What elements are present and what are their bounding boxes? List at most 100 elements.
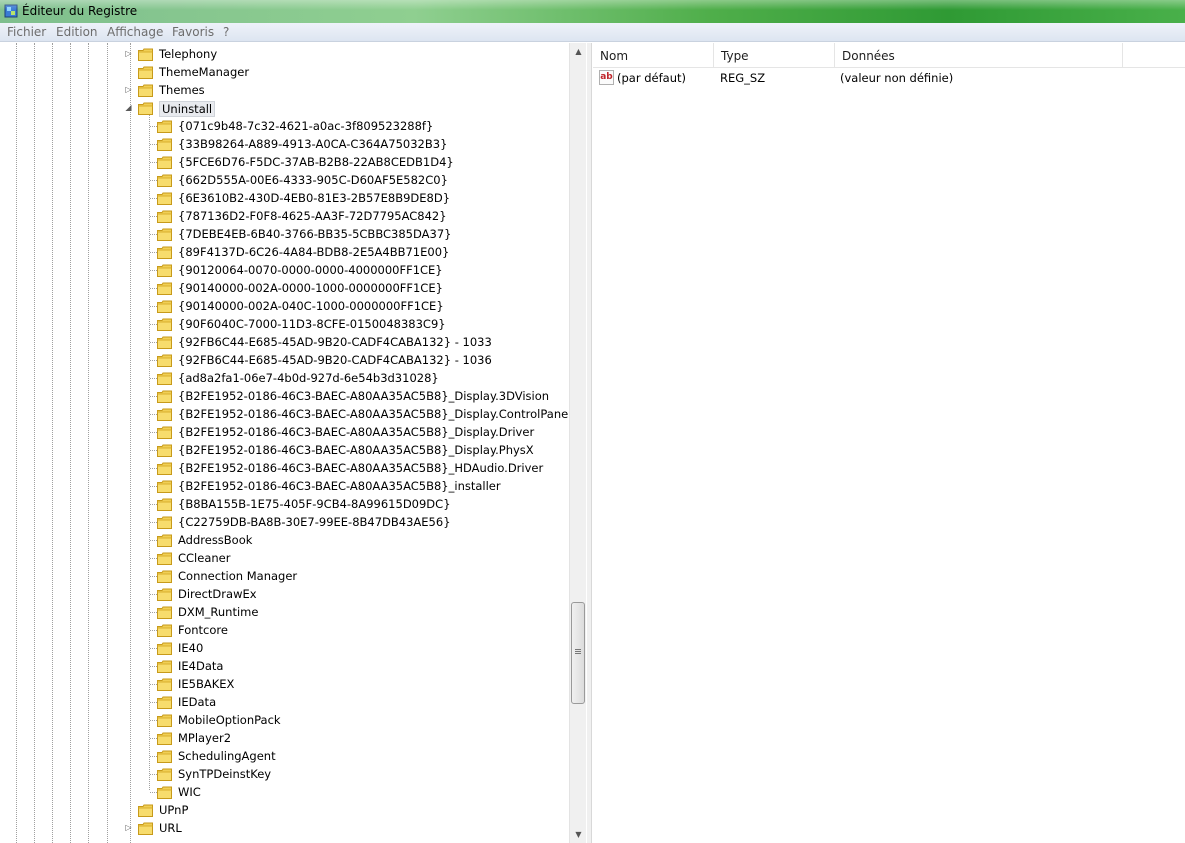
expand-toggle-icon[interactable]: ▷ [124,49,133,58]
folder-icon [157,156,172,169]
tree-item-uninstall-child[interactable]: Fontcore [0,621,565,639]
scroll-up-arrow-icon[interactable]: ▲ [570,43,587,60]
tree-item-label: IE4Data [178,659,224,673]
tree-item-uninstall-child[interactable]: {787136D2-F0F8-4625-AA3F-72D7795AC842} [0,207,565,225]
tree-item-uninstall-child[interactable]: {B8BA155B-1E75-405F-9CB4-8A99615D09DC} [0,495,565,513]
tree-item-uninstall-child[interactable]: IE40 [0,639,565,657]
tree-item-label: SchedulingAgent [178,749,276,763]
tree-item-uninstall-child[interactable]: {7DEBE4EB-6B40-3766-BB35-5CBBC385DA37} [0,225,565,243]
folder-icon [157,714,172,727]
tree-item-uninstall-child[interactable]: {92FB6C44-E685-45AD-9B20-CADF4CABA132} -… [0,351,565,369]
tree-item-themes[interactable]: ▷ Themes [0,81,565,99]
menu-edition[interactable]: Edition [56,25,98,39]
folder-icon [157,732,172,745]
folder-icon [157,534,172,547]
tree-item-upnp[interactable]: UPnP [0,801,565,819]
folder-icon [157,498,172,511]
tree-item-uninstall-child[interactable]: {B2FE1952-0186-46C3-BAEC-A80AA35AC5B8}_D… [0,441,565,459]
tree-item-label: {C22759DB-BA8B-30E7-99EE-8B47DB43AE56} [178,515,451,529]
tree-item-uninstall-child[interactable]: {B2FE1952-0186-46C3-BAEC-A80AA35AC5B8}_D… [0,405,571,423]
registry-editor-icon [4,4,18,18]
key-tree[interactable]: ▷ Telephony ThemeManager ▷ Themes ◢ Uninstall … [0,43,587,843]
tree-item-label: Fontcore [178,623,228,637]
tree-item-uninstall-child[interactable]: {071c9b48-7c32-4621-a0ac-3f809523288f} [0,117,565,135]
menu-fichier[interactable]: Fichier [7,25,46,39]
column-header-type[interactable]: Type [714,43,835,68]
tree-item-uninstall[interactable]: ◢ Uninstall [0,99,565,117]
tree-item-uninstall-child[interactable]: IE5BAKEX [0,675,565,693]
tree-item-label: {33B98264-A889-4913-A0CA-C364A75032B3} [178,137,448,151]
tree-item-uninstall-child[interactable]: DXM_Runtime [0,603,565,621]
tree-item-uninstall-child[interactable]: {90F6040C-7000-11D3-8CFE-0150048383C9} [0,315,565,333]
folder-icon [157,138,172,151]
expand-toggle-icon[interactable]: ▷ [124,823,133,832]
tree-item-label: SynTPDeinstKey [178,767,272,781]
tree-item-uninstall-child[interactable]: {6E3610B2-430D-4EB0-81E3-2B57E8B9DE8D} [0,189,565,207]
tree-item-uninstall-child[interactable]: DirectDrawEx [0,585,565,603]
tree-item-uninstall-child[interactable]: {B2FE1952-0186-46C3-BAEC-A80AA35AC5B8}_H… [0,459,565,477]
folder-icon [138,822,153,835]
values-list[interactable]: Nom Type Données ab (par défaut) REG_SZ … [593,43,1185,843]
list-header: Nom Type Données [593,43,1185,68]
tree-item-label: WIC [178,785,201,799]
folder-icon [157,570,172,583]
tree-item-label: DirectDrawEx [178,587,257,601]
tree-item-label: {90120064-0070-0000-0000-4000000FF1CE} [178,263,443,277]
tree-item-label: MobileOptionPack [178,713,281,727]
tree-scrollbar[interactable]: ▲ ▼ [569,43,586,843]
tree-item-uninstall-child[interactable]: {90140000-002A-040C-1000-0000000FF1CE} [0,297,565,315]
tree-item-uninstall-child[interactable]: {5FCE6D76-F5DC-37AB-B2B8-22AB8CEDB1D4} [0,153,565,171]
value-data: (valeur non définie) [840,71,954,85]
tree-item-uninstall-child[interactable]: {B2FE1952-0186-46C3-BAEC-A80AA35AC5B8}_D… [0,387,565,405]
folder-icon [157,210,172,223]
pane-splitter[interactable] [587,43,592,843]
tree-item-uninstall-child[interactable]: SynTPDeinstKey [0,765,565,783]
tree-item-uninstall-child[interactable]: {90120064-0070-0000-0000-4000000FF1CE} [0,261,565,279]
tree-item-uninstall-child[interactable]: {B2FE1952-0186-46C3-BAEC-A80AA35AC5B8}_D… [0,423,565,441]
column-header-nom[interactable]: Nom [593,43,714,68]
tree-item-uninstall-child[interactable]: WIC [0,783,565,801]
tree-item-uninstall-child[interactable]: {662D555A-00E6-4333-905C-D60AF5E582C0} [0,171,565,189]
tree-item-label: IE40 [178,641,204,655]
tree-item-uninstall-child[interactable]: AddressBook [0,531,565,549]
string-value-icon: ab [599,70,614,85]
folder-icon [157,678,172,691]
scroll-down-arrow-icon[interactable]: ▼ [570,826,587,843]
tree-item-uninstall-child[interactable]: {33B98264-A889-4913-A0CA-C364A75032B3} [0,135,565,153]
tree-item-label: Uninstall [159,101,216,117]
tree-item-uninstall-child[interactable]: {92FB6C44-E685-45AD-9B20-CADF4CABA132} -… [0,333,565,351]
tree-item-label: {B8BA155B-1E75-405F-9CB4-8A99615D09DC} [178,497,451,511]
folder-icon [138,48,153,61]
column-header-donnees[interactable]: Données [835,43,1123,68]
tree-item-label: IE5BAKEX [178,677,235,691]
folder-icon [157,642,172,655]
tree-item-uninstall-child[interactable]: {B2FE1952-0186-46C3-BAEC-A80AA35AC5B8}_i… [0,477,565,495]
expand-toggle-icon[interactable]: ◢ [124,103,133,112]
value-row[interactable]: ab (par défaut) REG_SZ (valeur non défin… [593,69,1185,87]
expand-toggle-icon[interactable]: ▷ [124,85,133,94]
tree-item-uninstall-child[interactable]: {C22759DB-BA8B-30E7-99EE-8B47DB43AE56} [0,513,565,531]
tree-item-uninstall-child[interactable]: MPlayer2 [0,729,565,747]
tree-item-thememanager[interactable]: ThemeManager [0,63,565,81]
tree-item-label: {90140000-002A-0000-1000-0000000FF1CE} [178,281,443,295]
tree-item-uninstall-child[interactable]: {ad8a2fa1-06e7-4b0d-927d-6e54b3d31028} [0,369,565,387]
tree-item-uninstall-child[interactable]: IE4Data [0,657,565,675]
tree-item-uninstall-child[interactable]: {89F4137D-6C26-4A84-BDB8-2E5A4BB71E00} [0,243,565,261]
menu-favoris[interactable]: Favoris [172,25,214,39]
menu-affichage[interactable]: Affichage [107,25,163,39]
tree-item-url[interactable]: ▷ URL [0,819,565,837]
tree-item-label: {787136D2-F0F8-4625-AA3F-72D7795AC842} [178,209,447,223]
scroll-thumb[interactable] [571,602,585,704]
tree-item-uninstall-child[interactable]: SchedulingAgent [0,747,565,765]
tree-item-uninstall-child[interactable]: MobileOptionPack [0,711,565,729]
tree-item-uninstall-child[interactable]: Connection Manager [0,567,565,585]
tree-item-uninstall-child[interactable]: CCleaner [0,549,565,567]
title-bar[interactable]: Éditeur du Registre [0,0,1185,23]
tree-item-uninstall-child[interactable]: IEData [0,693,565,711]
folder-icon [157,120,172,133]
menu-help[interactable]: ? [223,25,229,39]
tree-item-label: {6E3610B2-430D-4EB0-81E3-2B57E8B9DE8D} [178,191,451,205]
folder-icon [157,660,172,673]
tree-item-uninstall-child[interactable]: {90140000-002A-0000-1000-0000000FF1CE} [0,279,565,297]
tree-item-telephony[interactable]: ▷ Telephony [0,45,565,63]
